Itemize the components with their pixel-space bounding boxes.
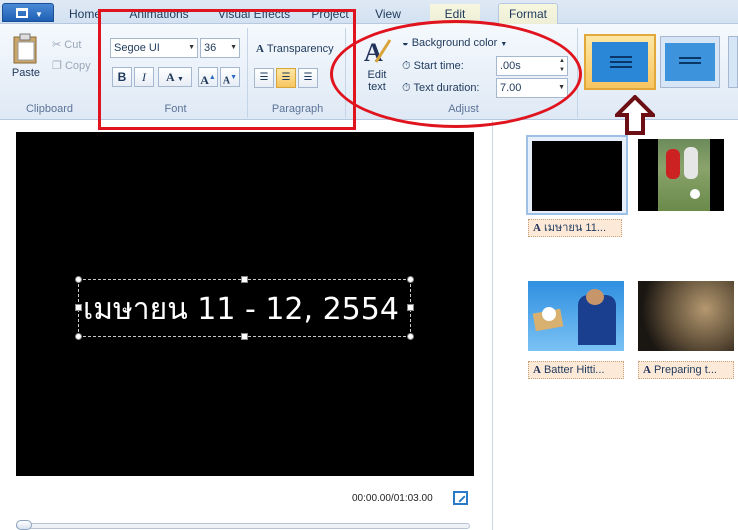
storyboard-clip-batter[interactable] bbox=[528, 281, 624, 351]
effect-preview-icon bbox=[592, 42, 648, 82]
clip-caption-tag[interactable]: A เมษายน 11... bbox=[528, 219, 622, 237]
clip-thumbnail bbox=[658, 139, 710, 211]
storyboard-pane: A เมษายน 11... A Batter Hitti... A Preparin… bbox=[494, 121, 738, 530]
clipboard-group-label: Clipboard bbox=[25, 103, 74, 115]
tab-view[interactable]: View bbox=[364, 4, 412, 24]
fullscreen-icon[interactable] bbox=[453, 491, 468, 505]
tab-format[interactable]: Format bbox=[498, 3, 558, 25]
copy-label: Copy bbox=[64, 60, 91, 72]
resize-handle[interactable] bbox=[75, 276, 82, 283]
clip-thumbnail bbox=[532, 141, 622, 211]
resize-handle[interactable] bbox=[75, 333, 82, 340]
storyboard-clip-preparing[interactable] bbox=[638, 281, 734, 351]
preview-pane: เมษายน 11 - 12, 2554 00:00.00/01:03.00 bbox=[0, 121, 493, 530]
annotation-rectangle bbox=[98, 9, 356, 130]
resize-handle[interactable] bbox=[407, 333, 414, 340]
caption-text-box[interactable]: เมษายน 11 - 12, 2554 bbox=[78, 279, 411, 337]
caption-text: เมษายน 11 - 12, 2554 bbox=[83, 292, 399, 327]
cut-label: Cut bbox=[64, 39, 82, 51]
resize-handle[interactable] bbox=[407, 276, 414, 283]
caption-a-icon: A bbox=[533, 364, 541, 376]
resize-handle[interactable] bbox=[241, 333, 248, 340]
clip-caption-tag[interactable]: A Batter Hitti... bbox=[528, 361, 624, 379]
clip-caption-text: เมษายน 11... bbox=[543, 222, 606, 234]
copy-button[interactable]: ❐ Copy bbox=[52, 57, 91, 75]
clip-caption-text: Preparing t... bbox=[653, 364, 717, 376]
storyboard-clip-soccer[interactable] bbox=[638, 139, 724, 211]
playback-timecode: 00:00.00/01:03.00 bbox=[352, 493, 433, 504]
seek-bar[interactable] bbox=[16, 523, 470, 529]
annotation-up-arrow-icon bbox=[615, 95, 655, 135]
resize-handle[interactable] bbox=[241, 276, 248, 283]
copy-icon: ❐ bbox=[52, 60, 62, 72]
resize-handle[interactable] bbox=[407, 304, 414, 311]
caption-a-icon: A bbox=[643, 364, 651, 376]
clipboard-group: Paste ✂ Cut ❐ Copy Clipboard bbox=[0, 28, 100, 118]
app-menu-button[interactable]: ▼ bbox=[2, 3, 54, 22]
effect-thumbnail-partial[interactable] bbox=[728, 36, 738, 88]
clipboard-icon bbox=[13, 33, 37, 64]
chevron-down-icon: ▼ bbox=[35, 10, 43, 19]
video-preview[interactable]: เมษายน 11 - 12, 2554 bbox=[16, 132, 474, 476]
clip-caption-text: Batter Hitti... bbox=[543, 364, 605, 376]
storyboard-clip-title[interactable] bbox=[526, 135, 628, 215]
app-menu-icon bbox=[16, 8, 28, 18]
seek-thumb[interactable] bbox=[16, 520, 32, 530]
scissors-icon: ✂ bbox=[52, 39, 62, 51]
annotation-ellipse bbox=[330, 20, 582, 128]
clip-thumbnail bbox=[638, 281, 734, 351]
effect-thumbnail-zoom[interactable] bbox=[660, 36, 720, 88]
paste-button[interactable]: Paste bbox=[6, 32, 46, 90]
caption-a-icon: A bbox=[533, 222, 541, 234]
cut-button[interactable]: ✂ Cut bbox=[52, 36, 81, 54]
paste-label: Paste bbox=[11, 67, 41, 79]
clip-caption-tag[interactable]: A Preparing t... bbox=[638, 361, 734, 379]
effect-thumbnail-selected[interactable] bbox=[584, 34, 656, 90]
effect-zoom-icon bbox=[665, 43, 715, 81]
resize-handle[interactable] bbox=[75, 304, 82, 311]
